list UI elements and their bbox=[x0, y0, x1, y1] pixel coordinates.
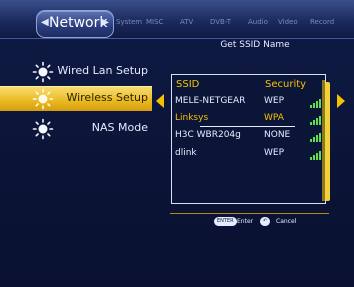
tab-right-arrow-icon: ▶ bbox=[101, 17, 109, 28]
menu-item-wired-lan[interactable]: Wired Lan Setup bbox=[0, 60, 152, 84]
ssid-row[interactable]: Linksys WPA bbox=[175, 113, 325, 127]
return-key-icon: ↶ bbox=[260, 217, 271, 226]
tab-audio[interactable]: Audio bbox=[248, 18, 268, 26]
selection-underline bbox=[200, 126, 295, 127]
ssid-name: dlink bbox=[175, 148, 197, 158]
ssid-security: WPA bbox=[264, 113, 284, 123]
tab-network-label: Network bbox=[49, 15, 108, 31]
cancel-hint-label: Cancel bbox=[276, 218, 297, 225]
ssid-name: MELE-NETGEAR bbox=[175, 96, 246, 106]
menu-item-label: Wireless Setup bbox=[66, 91, 148, 104]
menu-item-label: NAS Mode bbox=[91, 121, 148, 134]
settings-sun-icon bbox=[32, 61, 54, 83]
column-header-security: Security bbox=[265, 79, 307, 90]
top-tab-bar: ◀ Network ▶ System MISC ATV DVB-T Audio … bbox=[0, 0, 354, 39]
tab-misc[interactable]: MISC bbox=[146, 18, 163, 26]
settings-sun-icon bbox=[32, 118, 54, 140]
left-arrow-icon[interactable] bbox=[156, 94, 164, 108]
tab-network[interactable]: ◀ Network ▶ bbox=[36, 10, 114, 38]
ssid-row[interactable]: dlink WEP bbox=[175, 148, 325, 162]
enter-hint-label: Enter bbox=[237, 218, 254, 225]
settings-sun-icon bbox=[32, 88, 54, 110]
menu-item-label: Wired Lan Setup bbox=[57, 64, 148, 77]
menu-item-wireless-setup[interactable]: Wireless Setup bbox=[0, 86, 152, 111]
ssid-security: WEP bbox=[264, 148, 285, 158]
ssid-security: WEP bbox=[264, 96, 285, 106]
column-header-ssid: SSID bbox=[176, 79, 200, 90]
tab-atv[interactable]: ATV bbox=[180, 18, 193, 26]
scrollbar-thumb[interactable] bbox=[325, 82, 330, 201]
tab-left-arrow-icon: ◀ bbox=[41, 17, 49, 28]
divider bbox=[170, 213, 329, 214]
menu-item-nas-mode[interactable]: NAS Mode bbox=[0, 117, 152, 141]
tab-video[interactable]: Video bbox=[278, 18, 298, 26]
ssid-security: NONE bbox=[264, 130, 291, 140]
tab-system[interactable]: System bbox=[116, 18, 142, 26]
ssid-row[interactable]: H3C WBR204g NONE bbox=[175, 130, 325, 144]
tab-record[interactable]: Record bbox=[310, 18, 334, 26]
panel-title: Get SSID Name bbox=[220, 40, 290, 50]
settings-screen: ◀ Network ▶ System MISC ATV DVB-T Audio … bbox=[0, 0, 354, 287]
ssid-row[interactable]: MELE-NETGEAR WEP bbox=[175, 96, 325, 110]
right-arrow-icon[interactable] bbox=[337, 94, 345, 108]
enter-key-badge: ENTER bbox=[214, 217, 237, 226]
ssid-name: H3C WBR204g bbox=[175, 130, 241, 140]
tab-dvbt[interactable]: DVB-T bbox=[210, 18, 231, 26]
ssid-name: Linksys bbox=[175, 113, 209, 123]
